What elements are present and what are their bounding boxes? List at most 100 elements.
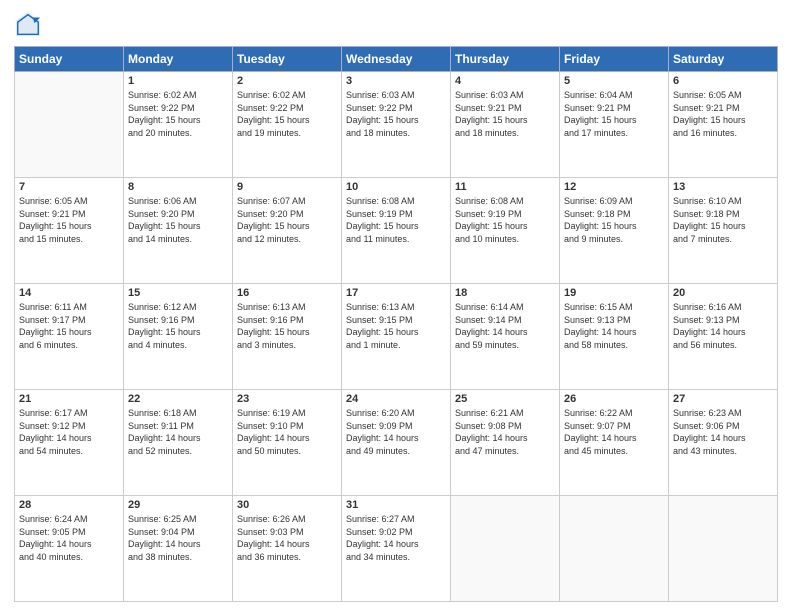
day-number: 27 bbox=[673, 393, 773, 405]
day-info: Sunrise: 6:05 AM Sunset: 9:21 PM Dayligh… bbox=[19, 195, 119, 245]
calendar-cell: 11 Sunrise: 6:08 AM Sunset: 9:19 PM Dayli… bbox=[451, 178, 560, 284]
day-number: 15 bbox=[128, 287, 228, 299]
calendar-cell: 28 Sunrise: 6:24 AM Sunset: 9:05 PM Dayli… bbox=[15, 496, 124, 602]
calendar-cell: 15 Sunrise: 6:12 AM Sunset: 9:16 PM Dayli… bbox=[124, 284, 233, 390]
page: SundayMondayTuesdayWednesdayThursdayFrid… bbox=[0, 0, 792, 612]
day-info: Sunrise: 6:07 AM Sunset: 9:20 PM Dayligh… bbox=[237, 195, 337, 245]
day-info: Sunrise: 6:11 AM Sunset: 9:17 PM Dayligh… bbox=[19, 301, 119, 351]
day-number: 28 bbox=[19, 499, 119, 511]
logo-icon bbox=[14, 10, 42, 38]
calendar-cell: 26 Sunrise: 6:22 AM Sunset: 9:07 PM Dayli… bbox=[560, 390, 669, 496]
calendar-cell: 9 Sunrise: 6:07 AM Sunset: 9:20 PM Daylig… bbox=[233, 178, 342, 284]
calendar-cell: 5Sunrise: 6:04 AM Sunset: 9:21 PM Daylig… bbox=[560, 72, 669, 178]
day-info: Sunrise: 6:08 AM Sunset: 9:19 PM Dayligh… bbox=[455, 195, 555, 245]
calendar-week-3: 21 Sunrise: 6:17 AM Sunset: 9:12 PM Dayli… bbox=[15, 390, 778, 496]
day-info: Sunrise: 6:18 AM Sunset: 9:11 PM Dayligh… bbox=[128, 407, 228, 457]
day-number: 17 bbox=[346, 287, 446, 299]
day-number: 31 bbox=[346, 499, 446, 511]
calendar-cell: 6 Sunrise: 6:05 AM Sunset: 9:21 PM Daylig… bbox=[669, 72, 778, 178]
calendar-cell: 31 Sunrise: 6:27 AM Sunset: 9:02 PM Dayli… bbox=[342, 496, 451, 602]
logo bbox=[14, 10, 46, 38]
calendar-cell: 3Sunrise: 6:03 AM Sunset: 9:22 PM Daylig… bbox=[342, 72, 451, 178]
calendar-cell: 1 Sunrise: 6:02 AM Sunset: 9:22 PM Daylig… bbox=[124, 72, 233, 178]
day-info: Sunrise: 6:27 AM Sunset: 9:02 PM Dayligh… bbox=[346, 513, 446, 563]
calendar-cell: 24 Sunrise: 6:20 AM Sunset: 9:09 PM Dayli… bbox=[342, 390, 451, 496]
day-number: 2 bbox=[237, 75, 337, 87]
calendar-week-1: 7 Sunrise: 6:05 AM Sunset: 9:21 PM Daylig… bbox=[15, 178, 778, 284]
day-info: Sunrise: 6:12 AM Sunset: 9:16 PM Dayligh… bbox=[128, 301, 228, 351]
day-number: 9 bbox=[237, 181, 337, 193]
calendar-cell: 13Sunrise: 6:10 AM Sunset: 9:18 PM Dayli… bbox=[669, 178, 778, 284]
day-number: 18 bbox=[455, 287, 555, 299]
day-info: Sunrise: 6:25 AM Sunset: 9:04 PM Dayligh… bbox=[128, 513, 228, 563]
calendar-cell: 30Sunrise: 6:26 AM Sunset: 9:03 PM Dayli… bbox=[233, 496, 342, 602]
day-header-thursday: Thursday bbox=[451, 47, 560, 72]
day-number: 20 bbox=[673, 287, 773, 299]
day-info: Sunrise: 6:22 AM Sunset: 9:07 PM Dayligh… bbox=[564, 407, 664, 457]
calendar-cell: 16 Sunrise: 6:13 AM Sunset: 9:16 PM Dayli… bbox=[233, 284, 342, 390]
calendar-cell: 4Sunrise: 6:03 AM Sunset: 9:21 PM Daylig… bbox=[451, 72, 560, 178]
day-number: 10 bbox=[346, 181, 446, 193]
day-info: Sunrise: 6:08 AM Sunset: 9:19 PM Dayligh… bbox=[346, 195, 446, 245]
day-number: 24 bbox=[346, 393, 446, 405]
calendar-cell bbox=[451, 496, 560, 602]
day-info: Sunrise: 6:24 AM Sunset: 9:05 PM Dayligh… bbox=[19, 513, 119, 563]
day-number: 30 bbox=[237, 499, 337, 511]
day-info: Sunrise: 6:15 AM Sunset: 9:13 PM Dayligh… bbox=[564, 301, 664, 351]
calendar-week-4: 28 Sunrise: 6:24 AM Sunset: 9:05 PM Dayli… bbox=[15, 496, 778, 602]
calendar-cell: 12 Sunrise: 6:09 AM Sunset: 9:18 PM Dayli… bbox=[560, 178, 669, 284]
calendar-week-0: 1 Sunrise: 6:02 AM Sunset: 9:22 PM Daylig… bbox=[15, 72, 778, 178]
day-info: Sunrise: 6:16 AM Sunset: 9:13 PM Dayligh… bbox=[673, 301, 773, 351]
day-info: Sunrise: 6:03 AM Sunset: 9:22 PM Dayligh… bbox=[346, 89, 446, 139]
day-number: 25 bbox=[455, 393, 555, 405]
calendar-table: SundayMondayTuesdayWednesdayThursdayFrid… bbox=[14, 46, 778, 602]
day-number: 6 bbox=[673, 75, 773, 87]
calendar-cell: 25 Sunrise: 6:21 AM Sunset: 9:08 PM Dayli… bbox=[451, 390, 560, 496]
day-header-friday: Friday bbox=[560, 47, 669, 72]
day-info: Sunrise: 6:23 AM Sunset: 9:06 PM Dayligh… bbox=[673, 407, 773, 457]
calendar-cell: 23 Sunrise: 6:19 AM Sunset: 9:10 PM Dayli… bbox=[233, 390, 342, 496]
day-number: 12 bbox=[564, 181, 664, 193]
day-number: 16 bbox=[237, 287, 337, 299]
calendar-cell: 21 Sunrise: 6:17 AM Sunset: 9:12 PM Dayli… bbox=[15, 390, 124, 496]
day-number: 21 bbox=[19, 393, 119, 405]
calendar-week-2: 14 Sunrise: 6:11 AM Sunset: 9:17 PM Dayli… bbox=[15, 284, 778, 390]
calendar-cell: 8Sunrise: 6:06 AM Sunset: 9:20 PM Daylig… bbox=[124, 178, 233, 284]
calendar-cell: 10 Sunrise: 6:08 AM Sunset: 9:19 PM Dayli… bbox=[342, 178, 451, 284]
calendar-cell: 20 Sunrise: 6:16 AM Sunset: 9:13 PM Dayli… bbox=[669, 284, 778, 390]
day-header-sunday: Sunday bbox=[15, 47, 124, 72]
day-info: Sunrise: 6:09 AM Sunset: 9:18 PM Dayligh… bbox=[564, 195, 664, 245]
calendar-cell: 19 Sunrise: 6:15 AM Sunset: 9:13 PM Dayli… bbox=[560, 284, 669, 390]
day-info: Sunrise: 6:13 AM Sunset: 9:16 PM Dayligh… bbox=[237, 301, 337, 351]
day-info: Sunrise: 6:10 AM Sunset: 9:18 PM Dayligh… bbox=[673, 195, 773, 245]
day-info: Sunrise: 6:14 AM Sunset: 9:14 PM Dayligh… bbox=[455, 301, 555, 351]
calendar-cell: 7 Sunrise: 6:05 AM Sunset: 9:21 PM Daylig… bbox=[15, 178, 124, 284]
day-info: Sunrise: 6:19 AM Sunset: 9:10 PM Dayligh… bbox=[237, 407, 337, 457]
calendar-cell: 22 Sunrise: 6:18 AM Sunset: 9:11 PM Dayli… bbox=[124, 390, 233, 496]
day-header-tuesday: Tuesday bbox=[233, 47, 342, 72]
day-number: 7 bbox=[19, 181, 119, 193]
day-info: Sunrise: 6:21 AM Sunset: 9:08 PM Dayligh… bbox=[455, 407, 555, 457]
day-number: 19 bbox=[564, 287, 664, 299]
day-number: 1 bbox=[128, 75, 228, 87]
day-number: 14 bbox=[19, 287, 119, 299]
calendar-cell bbox=[15, 72, 124, 178]
day-info: Sunrise: 6:13 AM Sunset: 9:15 PM Dayligh… bbox=[346, 301, 446, 351]
header bbox=[14, 10, 778, 38]
header-row: SundayMondayTuesdayWednesdayThursdayFrid… bbox=[15, 47, 778, 72]
day-info: Sunrise: 6:04 AM Sunset: 9:21 PM Dayligh… bbox=[564, 89, 664, 139]
calendar-cell: 17 Sunrise: 6:13 AM Sunset: 9:15 PM Dayli… bbox=[342, 284, 451, 390]
day-info: Sunrise: 6:05 AM Sunset: 9:21 PM Dayligh… bbox=[673, 89, 773, 139]
day-info: Sunrise: 6:17 AM Sunset: 9:12 PM Dayligh… bbox=[19, 407, 119, 457]
calendar-cell bbox=[560, 496, 669, 602]
day-info: Sunrise: 6:20 AM Sunset: 9:09 PM Dayligh… bbox=[346, 407, 446, 457]
day-number: 11 bbox=[455, 181, 555, 193]
calendar-cell: 18 Sunrise: 6:14 AM Sunset: 9:14 PM Dayli… bbox=[451, 284, 560, 390]
day-info: Sunrise: 6:02 AM Sunset: 9:22 PM Dayligh… bbox=[128, 89, 228, 139]
day-info: Sunrise: 6:06 AM Sunset: 9:20 PM Dayligh… bbox=[128, 195, 228, 245]
day-header-saturday: Saturday bbox=[669, 47, 778, 72]
calendar-cell: 2Sunrise: 6:02 AM Sunset: 9:22 PM Daylig… bbox=[233, 72, 342, 178]
day-number: 23 bbox=[237, 393, 337, 405]
day-number: 22 bbox=[128, 393, 228, 405]
day-number: 26 bbox=[564, 393, 664, 405]
